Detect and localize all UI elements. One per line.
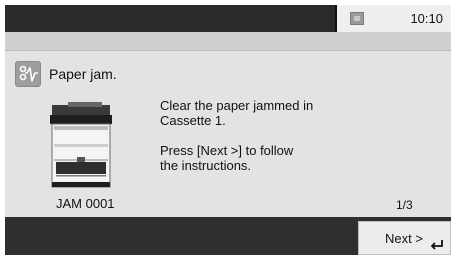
header-bar bbox=[5, 32, 451, 51]
next-button-label: Next > bbox=[385, 231, 423, 246]
instruction-line: the instructions. bbox=[160, 158, 252, 173]
page-indicator: 1/3 bbox=[396, 198, 413, 212]
next-button[interactable]: Next > bbox=[358, 221, 451, 255]
printer-icon bbox=[50, 102, 112, 188]
message-title: Paper jam. bbox=[49, 66, 117, 82]
instructions: Clear the paper jammed in Cassette 1. Pre… bbox=[160, 98, 360, 173]
device-screen: 10:10 Paper jam. Clear the paper jammed … bbox=[5, 5, 451, 255]
clock: 10:10 bbox=[410, 11, 443, 26]
message-panel: Paper jam. Clear the paper jammed in Cass… bbox=[5, 51, 451, 217]
status-bar: 10:10 bbox=[5, 5, 451, 32]
instruction-line: Clear the paper jammed in bbox=[160, 98, 314, 113]
instruction-line: Cassette 1. bbox=[160, 113, 226, 128]
jam-code: JAM 0001 bbox=[56, 196, 115, 211]
instruction-line: Press [Next >] to follow bbox=[160, 143, 294, 158]
status-divider bbox=[335, 5, 337, 32]
status-icon bbox=[350, 12, 364, 25]
jam-icon bbox=[15, 61, 41, 87]
enter-icon bbox=[430, 240, 443, 250]
